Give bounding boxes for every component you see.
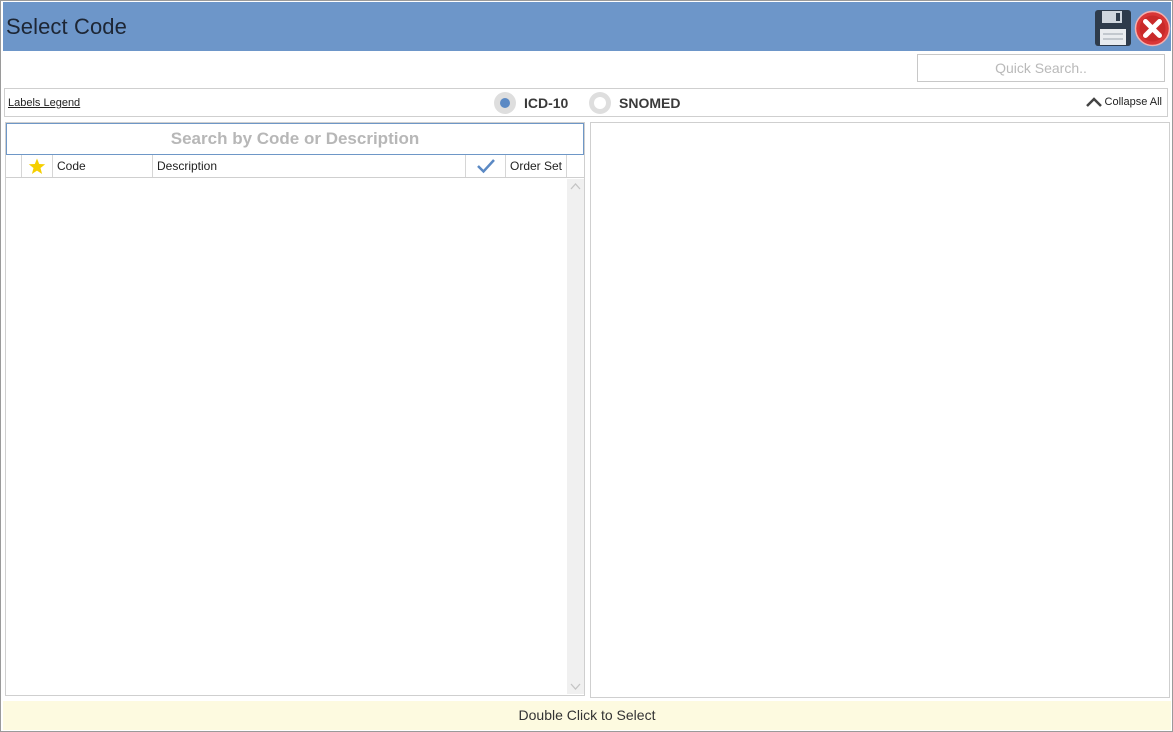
grid-header: Code Description Order Set — [6, 155, 584, 178]
icd10-radio[interactable]: ICD-10 — [494, 92, 568, 114]
icd10-radio-label: ICD-10 — [524, 95, 569, 111]
selected-column-header[interactable] — [466, 155, 506, 177]
collapse-all-button[interactable]: Collapse All — [1085, 96, 1162, 108]
red-circle-x-icon — [1134, 10, 1171, 47]
description-column-header[interactable]: Description — [153, 155, 466, 177]
radio-selected-icon — [494, 92, 516, 114]
select-code-window: Select Code Labels Legend ICD-10 — [0, 0, 1173, 732]
star-icon — [28, 158, 46, 174]
save-button[interactable] — [1094, 9, 1132, 47]
quick-search-input[interactable] — [917, 54, 1165, 82]
code-search-input[interactable] — [6, 123, 584, 155]
legend-row: Labels Legend ICD-10 SNOMED Collapse All — [4, 88, 1168, 117]
order-set-column-header[interactable]: Order Set — [506, 155, 567, 177]
close-button[interactable] — [1134, 10, 1171, 47]
scroll-down-arrow-icon[interactable] — [570, 682, 581, 691]
chevron-up-icon — [1085, 97, 1102, 107]
header-filler — [567, 155, 584, 177]
snomed-radio[interactable]: SNOMED — [589, 92, 680, 114]
title-bar: Select Code — [3, 2, 1171, 51]
snomed-radio-label: SNOMED — [619, 95, 681, 111]
radio-unselected-icon — [589, 92, 611, 114]
row-indicator-header — [6, 155, 22, 177]
code-column-header[interactable]: Code — [53, 155, 153, 177]
status-footer: Double Click to Select — [3, 701, 1171, 730]
checkmark-icon — [476, 159, 495, 174]
favorite-column-header[interactable] — [22, 155, 53, 177]
code-list-panel: Code Description Order Set — [5, 122, 585, 696]
scroll-up-arrow-icon[interactable] — [570, 182, 581, 191]
window-title: Select Code — [6, 14, 127, 39]
labels-legend-link[interactable]: Labels Legend — [8, 97, 80, 109]
floppy-disk-icon — [1095, 10, 1131, 46]
collapse-all-label: Collapse All — [1104, 96, 1162, 108]
code-detail-panel — [590, 122, 1170, 698]
vertical-scrollbar[interactable] — [567, 179, 584, 694]
